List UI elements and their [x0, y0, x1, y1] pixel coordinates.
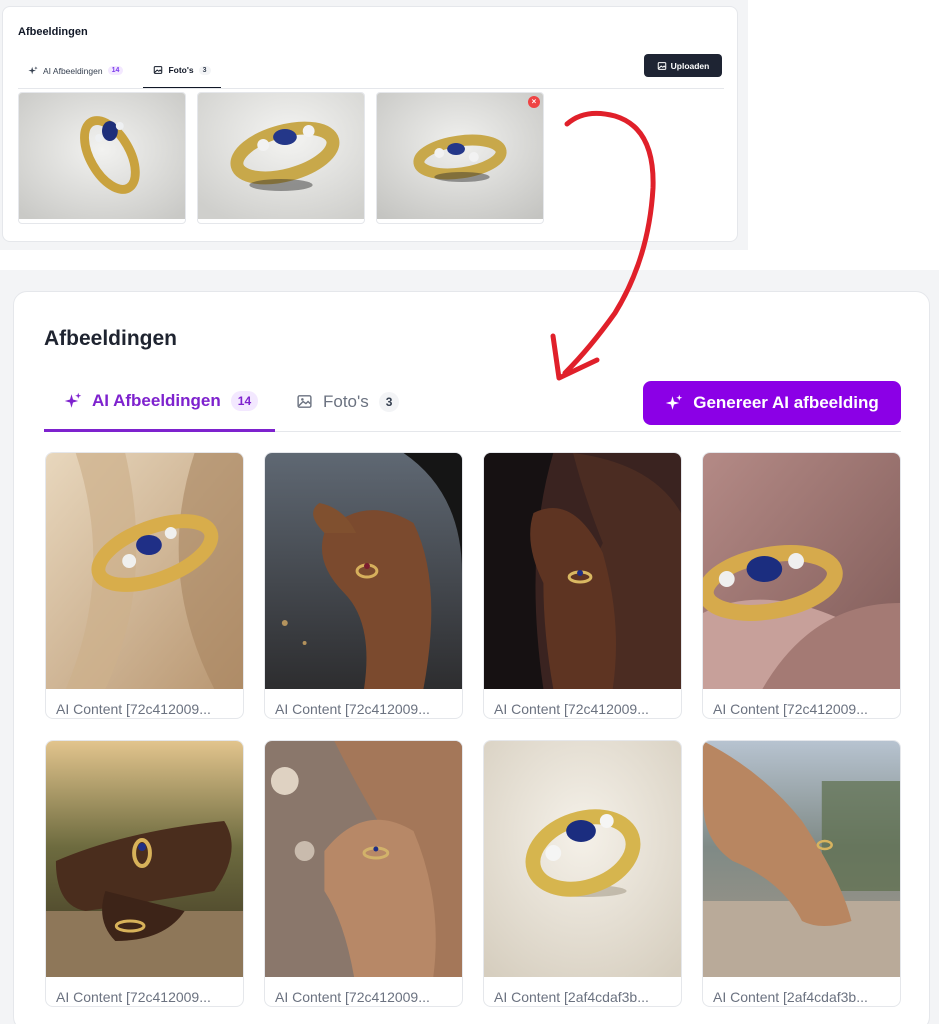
ai-image-hand-near-face [265, 741, 462, 977]
ai-image-caption: AI Content [72c412009... [56, 701, 211, 717]
top-tab-photos[interactable]: Foto's 3 [143, 53, 221, 88]
main-images-panel: Afbeeldingen AI Afbeeldingen 14 Foto's 3… [13, 291, 930, 1024]
tab-ai-images-label: AI Afbeeldingen [92, 390, 221, 410]
ai-image-card[interactable]: AI Content [72c412009... [264, 740, 463, 1007]
ai-image-caption: AI Content [72c412009... [275, 701, 430, 717]
photo-ring-thumbnail [19, 93, 185, 219]
top-tab-ai-label: AI Afbeeldingen [43, 65, 103, 76]
ai-image-hand-on-stone [46, 741, 243, 977]
image-icon [297, 395, 312, 408]
top-tab-ai-count: 14 [107, 66, 124, 75]
upload-button[interactable]: Uploaden [644, 54, 722, 77]
page-title: Afbeeldingen [44, 327, 178, 350]
ai-image-hand-on-ledge [703, 741, 900, 977]
ai-image-ring-on-cloth [46, 453, 243, 689]
ai-image-card[interactable]: AI Content [2af4cdaf3b... [702, 740, 901, 1007]
ai-image-caption: AI Content [2af4cdaf3b... [713, 989, 868, 1005]
tab-photos[interactable]: Foto's 3 [296, 372, 400, 431]
sparkles-icon [64, 392, 82, 408]
tab-ai-images[interactable]: AI Afbeeldingen 14 [44, 372, 275, 432]
photo-ring-thumbnail [198, 93, 364, 219]
tab-photos-count: 3 [378, 391, 400, 412]
ai-image-caption: AI Content [72c412009... [275, 989, 430, 1005]
ai-image-hand-city [265, 453, 462, 689]
ai-image-caption: AI Content [72c412009... [713, 701, 868, 717]
upload-button-label: Uploaden [670, 60, 710, 71]
ai-image-hand-on-face [484, 453, 681, 689]
photo-ring-thumbnail [377, 93, 543, 219]
ai-image-card[interactable]: AI Content [72c412009... [702, 452, 901, 719]
ai-image-card[interactable]: AI Content [72c412009... [483, 452, 682, 719]
top-tab-bar: AI Afbeeldingen 14 Foto's 3 [18, 53, 724, 89]
screenshot-canvas: Afbeeldingen AI Afbeeldingen 14 Foto's 3… [0, 0, 939, 1024]
top-tab-photos-count: 3 [198, 65, 211, 75]
ai-image-caption: AI Content [2af4cdaf3b... [494, 989, 649, 1005]
top-panel-title: Afbeeldingen [18, 26, 88, 38]
ai-image-caption: AI Content [72c412009... [56, 989, 211, 1005]
image-icon [154, 66, 163, 74]
ai-image-card[interactable]: AI Content [72c412009... [45, 452, 244, 719]
image-icon [657, 61, 666, 70]
photo-thumbnail[interactable]: × [376, 92, 544, 224]
ai-image-ring-studio [484, 741, 681, 977]
generate-ai-image-label: Genereer AI afbeelding [693, 393, 879, 412]
photo-thumbnail[interactable] [18, 92, 186, 224]
close-icon[interactable]: × [528, 96, 540, 108]
ai-image-caption: AI Content [72c412009... [494, 701, 649, 717]
generate-ai-image-button[interactable]: Genereer AI afbeelding [643, 381, 901, 425]
ai-image-card[interactable]: AI Content [2af4cdaf3b... [483, 740, 682, 1007]
ai-image-card[interactable]: AI Content [72c412009... [45, 740, 244, 1007]
top-tab-ai-images[interactable]: AI Afbeeldingen 14 [28, 53, 124, 88]
red-arrow-annotation [550, 110, 656, 381]
top-tab-photos-label: Foto's [168, 65, 194, 75]
photo-thumbnail[interactable] [197, 92, 365, 224]
tab-photos-label: Foto's [323, 391, 369, 411]
tab-ai-images-count: 14 [230, 390, 259, 411]
sparkles-icon [666, 394, 683, 410]
sparkles-icon [28, 65, 38, 74]
ai-image-ring-on-silk [703, 453, 900, 689]
ai-image-card[interactable]: AI Content [72c412009... [264, 452, 463, 719]
